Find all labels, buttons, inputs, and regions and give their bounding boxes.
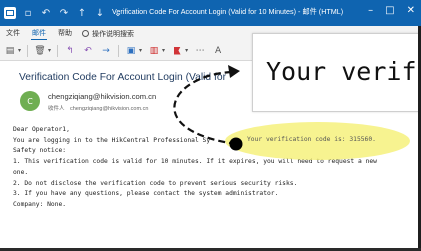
toolbar-divider [27, 44, 29, 57]
tab-message[interactable]: 邮件 [26, 26, 52, 41]
translate-icon[interactable]: A [212, 45, 224, 57]
chevron-down-icon[interactable]: ▾ [139, 47, 142, 54]
save-icon[interactable]: ▤ [4, 45, 16, 57]
tell-me-search[interactable]: 操作说明搜索 [82, 29, 134, 39]
flag-icon[interactable] [171, 45, 183, 57]
reply-all-icon[interactable]: ↶ [82, 45, 94, 57]
title-bar: ▫ ↶ ↷ ↑ ↓ ⌄ Verification Code For Accoun… [0, 0, 421, 26]
zoom-callout: Your verifi [252, 33, 421, 112]
move-icon[interactable]: ▣ [125, 45, 137, 57]
body-line: Company: None. [13, 200, 67, 208]
recipient-address[interactable]: chengziqiang@hikvision.com.cn [70, 106, 148, 112]
window-controls: – □ ✕ [368, 5, 415, 16]
up-arrow-icon[interactable]: ↑ [76, 7, 88, 19]
tell-me-label: 操作说明搜索 [92, 29, 134, 38]
down-arrow-icon[interactable]: ↓ [94, 7, 106, 19]
avatar-letter: C [27, 96, 33, 106]
close-button[interactable]: ✕ [407, 5, 415, 16]
sender-address[interactable]: chengziqiang@hikvision.com.cn [48, 92, 156, 101]
recipient-line: 收件人 chengziqiang@hikvision.com.cn [48, 104, 152, 112]
redo-quick-icon[interactable]: ↷ [58, 7, 70, 19]
forward-icon[interactable]: → [100, 45, 112, 57]
message-subject: Verification Code For Account Login (Val… [19, 72, 227, 83]
quick-access-toolbar: ▫ ↶ ↷ ↑ ↓ ⌄ [0, 7, 124, 19]
avatar: C [20, 91, 40, 111]
window-title: Verification Code For Account Login (Val… [112, 7, 344, 16]
more-options-icon[interactable]: ⋯ [194, 45, 206, 57]
outlook-message-window: ▫ ↶ ↷ ↑ ↓ ⌄ Verification Code For Accoun… [0, 0, 421, 251]
chevron-down-icon[interactable]: ▾ [48, 47, 51, 54]
tab-help[interactable]: 帮助 [52, 26, 78, 41]
category-icon[interactable]: ▥ [148, 45, 160, 57]
recipient-label: 收件人 [48, 106, 65, 112]
body-line: 1. This verification code is valid for 1… [13, 158, 377, 166]
toolbar-divider [118, 44, 120, 57]
save-quick-icon[interactable]: ▫ [22, 7, 34, 19]
verification-code-text: Your verification code is: 315560. [247, 136, 376, 143]
chevron-down-icon[interactable]: ▾ [162, 47, 165, 54]
chevron-down-icon[interactable]: ▾ [18, 47, 21, 54]
delete-icon[interactable]: 🗑 [34, 45, 46, 57]
arrowhead-icon [228, 65, 240, 78]
tab-file[interactable]: 文件 [0, 26, 26, 41]
body-line: 3. If you have any questions, please con… [13, 190, 279, 198]
minimize-button[interactable]: – [368, 5, 373, 16]
toolbar-divider [57, 44, 59, 57]
outlook-app-icon [4, 7, 16, 19]
body-line: 2. Do not disclose the verification code… [13, 179, 298, 187]
chevron-down-icon[interactable]: ▾ [185, 47, 188, 54]
zoomed-text: Your verifi [266, 57, 421, 86]
reply-icon[interactable]: ↰ [64, 45, 76, 57]
undo-quick-icon[interactable]: ↶ [40, 7, 52, 19]
lightbulb-icon [82, 30, 89, 37]
body-line: one. [13, 168, 29, 176]
maximize-button[interactable]: □ [385, 5, 394, 16]
